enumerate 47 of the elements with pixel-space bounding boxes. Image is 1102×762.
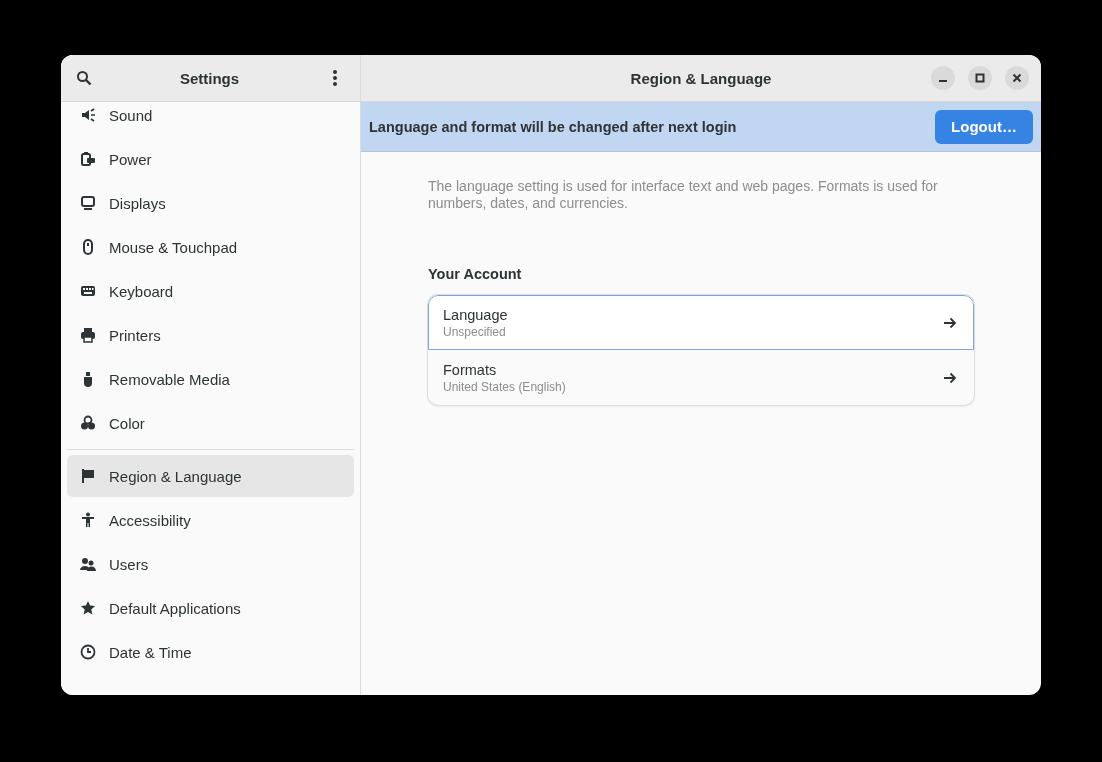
section-title: Your Account bbox=[428, 266, 523, 282]
circles-icon bbox=[80, 415, 96, 431]
sidebar-item[interactable]: Printers bbox=[67, 314, 354, 356]
menu-icon bbox=[333, 70, 337, 86]
printer-icon bbox=[80, 327, 96, 343]
arrow-icon bbox=[943, 370, 957, 385]
arrow-icon bbox=[943, 315, 957, 330]
people-icon bbox=[80, 556, 96, 572]
window-title: Region & Language bbox=[630, 69, 772, 87]
sidebar-item[interactable]: Power bbox=[67, 138, 354, 180]
sidebar-item[interactable]: Region & Language bbox=[67, 455, 354, 497]
flag-icon bbox=[80, 468, 96, 484]
sidebar-item[interactable]: Removable Media bbox=[67, 358, 354, 400]
sidebar-item[interactable]: Users bbox=[67, 543, 354, 585]
close-button[interactable] bbox=[1005, 66, 1029, 90]
minimize-button[interactable] bbox=[931, 66, 955, 90]
sidebar-item[interactable]: Mouse & Touchpad bbox=[67, 226, 354, 268]
sidebar-item[interactable]: Accessibility bbox=[67, 499, 354, 541]
sidebar-title: Settings bbox=[179, 69, 240, 87]
logout-button[interactable]: Logout… bbox=[935, 109, 1033, 144]
star-icon bbox=[80, 600, 96, 616]
person-icon bbox=[80, 512, 96, 528]
battery-plug-icon bbox=[80, 151, 96, 167]
sidebar-item[interactable]: Default Applications bbox=[67, 587, 354, 629]
settings-row[interactable]: Formats United States (English) bbox=[428, 350, 974, 405]
row-title: Formats bbox=[443, 361, 498, 378]
sidebar-item[interactable]: Displays bbox=[67, 182, 354, 224]
search-icon bbox=[76, 70, 92, 86]
minimize-icon bbox=[939, 80, 947, 82]
sidebar-item[interactable]: Date & Time bbox=[67, 631, 354, 673]
sidebar-item[interactable]: Keyboard bbox=[67, 270, 354, 312]
sidebar-item[interactable]: Sound bbox=[67, 102, 354, 136]
maximize-button[interactable] bbox=[968, 66, 992, 90]
row-subtitle: Unspecified bbox=[443, 324, 507, 339]
banner-message: Language and format will be changed after next login bbox=[369, 118, 737, 135]
clock-icon bbox=[80, 644, 96, 660]
description-text: The language setting is used for interface text and web pages. Formats is used for numbers, dates, and currencies. bbox=[428, 178, 939, 212]
monitor-icon bbox=[80, 195, 96, 211]
maximize-icon bbox=[975, 73, 985, 83]
settings-row[interactable]: Language Unspecified bbox=[428, 295, 974, 350]
close-icon bbox=[1012, 73, 1022, 83]
keyboard-icon bbox=[80, 283, 96, 299]
mouse-icon bbox=[80, 239, 96, 255]
row-subtitle: United States (English) bbox=[443, 379, 566, 394]
speaker-icon bbox=[80, 107, 96, 123]
row-title: Language bbox=[443, 306, 508, 323]
sidebar-item[interactable]: Color bbox=[67, 402, 354, 444]
